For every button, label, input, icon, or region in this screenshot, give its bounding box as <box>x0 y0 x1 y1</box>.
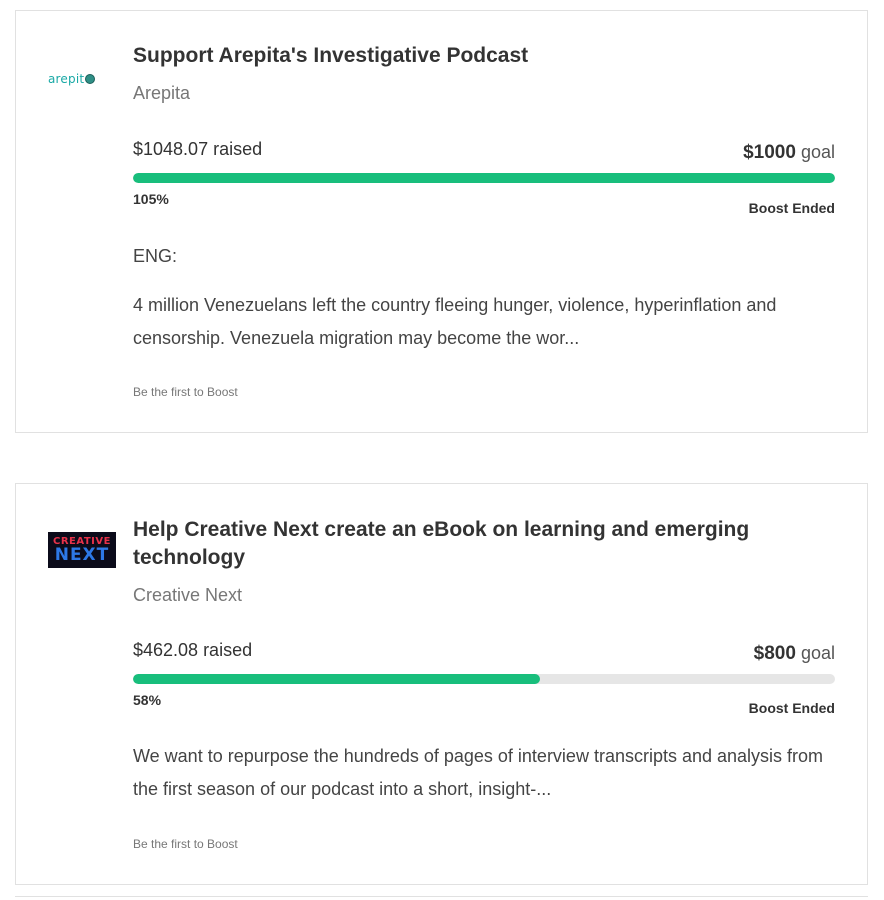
goal-suffix: goal <box>800 643 835 663</box>
goal-value: $800 <box>753 643 796 664</box>
goal-amount: $800 goal <box>754 643 835 665</box>
campaign-organization[interactable]: Creative Next <box>133 585 242 606</box>
campaign-title[interactable]: Help Creative Next create an eBook on le… <box>133 516 795 572</box>
campaign-title[interactable]: Support Arepita's Investigative Podcast <box>133 42 795 70</box>
status-badge: Boost Ended <box>748 700 835 716</box>
logo-line2: NEXT <box>54 545 110 565</box>
progress-fill <box>133 674 541 684</box>
progress-bar <box>133 173 835 183</box>
boost-cta-text: Be the first to Boost <box>133 837 238 851</box>
amount-raised: $1048.07 raised <box>133 139 263 159</box>
goal-value: $1000 <box>743 142 796 163</box>
logo-wordmark: arepit <box>48 72 85 86</box>
logo-dot-icon <box>85 74 96 84</box>
amount-raised: $462.08 raised <box>133 640 253 660</box>
campaign-description: We want to repurpose the hundreds of pag… <box>133 746 824 799</box>
campaign-organization[interactable]: Arepita <box>133 83 190 104</box>
progress-bar <box>133 674 835 684</box>
campaign-description: 4 million Venezuelans left the country f… <box>133 295 777 348</box>
goal-suffix: goal <box>800 142 835 162</box>
status-badge: Boost Ended <box>748 200 835 216</box>
boost-cta-text: Be the first to Boost <box>133 385 238 399</box>
divider <box>15 896 868 897</box>
creative-next-logo-icon[interactable]: CREATIVE NEXT <box>48 532 116 568</box>
percent-funded: 58% <box>133 692 162 708</box>
percent-funded: 105% <box>133 191 169 207</box>
goal-amount: $1000 goal <box>743 142 835 164</box>
campaign-card[interactable]: CREATIVE NEXT Help Creative Next create … <box>15 483 868 885</box>
arepita-logo-icon[interactable]: arepit <box>48 69 106 89</box>
description-lead: ENG: <box>133 246 178 266</box>
campaign-card[interactable]: arepit Support Arepita's Investigative P… <box>15 10 868 433</box>
progress-fill <box>133 173 835 183</box>
